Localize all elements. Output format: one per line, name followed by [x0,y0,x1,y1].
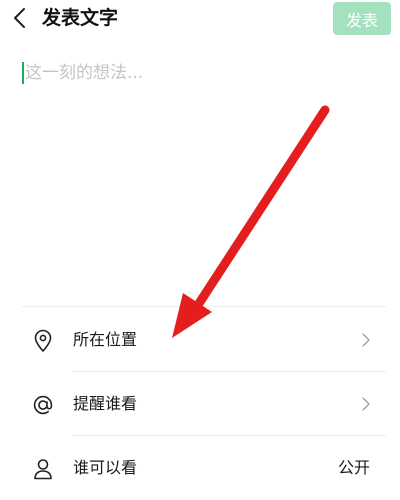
options-divider [22,306,386,307]
back-button[interactable] [6,4,34,32]
option-visibility[interactable]: 谁可以看 公开 [0,436,400,500]
option-remind-label: 提醒谁看 [73,394,138,413]
option-remind[interactable]: 提醒谁看 [0,372,400,436]
option-visibility-label: 谁可以看 [73,458,138,477]
option-visibility-value: 公开 [337,458,370,477]
post-text-input[interactable]: 这一刻的想法... [22,58,382,288]
chevron-right-icon [362,333,370,347]
top-bar: 发表文字 发表 [0,0,400,40]
chevron-right-icon [362,397,370,411]
option-location-label: 所在位置 [73,330,138,349]
location-pin-icon [30,328,56,354]
option-location[interactable]: 所在位置 [0,308,400,372]
chevron-left-icon [14,8,25,28]
text-cursor [22,62,24,84]
at-sign-icon [30,392,56,418]
post-text-placeholder: 这一刻的想法... [25,63,144,83]
publish-button[interactable]: 发表 [333,2,391,35]
person-icon [30,456,56,482]
page-title: 发表文字 [42,7,119,29]
